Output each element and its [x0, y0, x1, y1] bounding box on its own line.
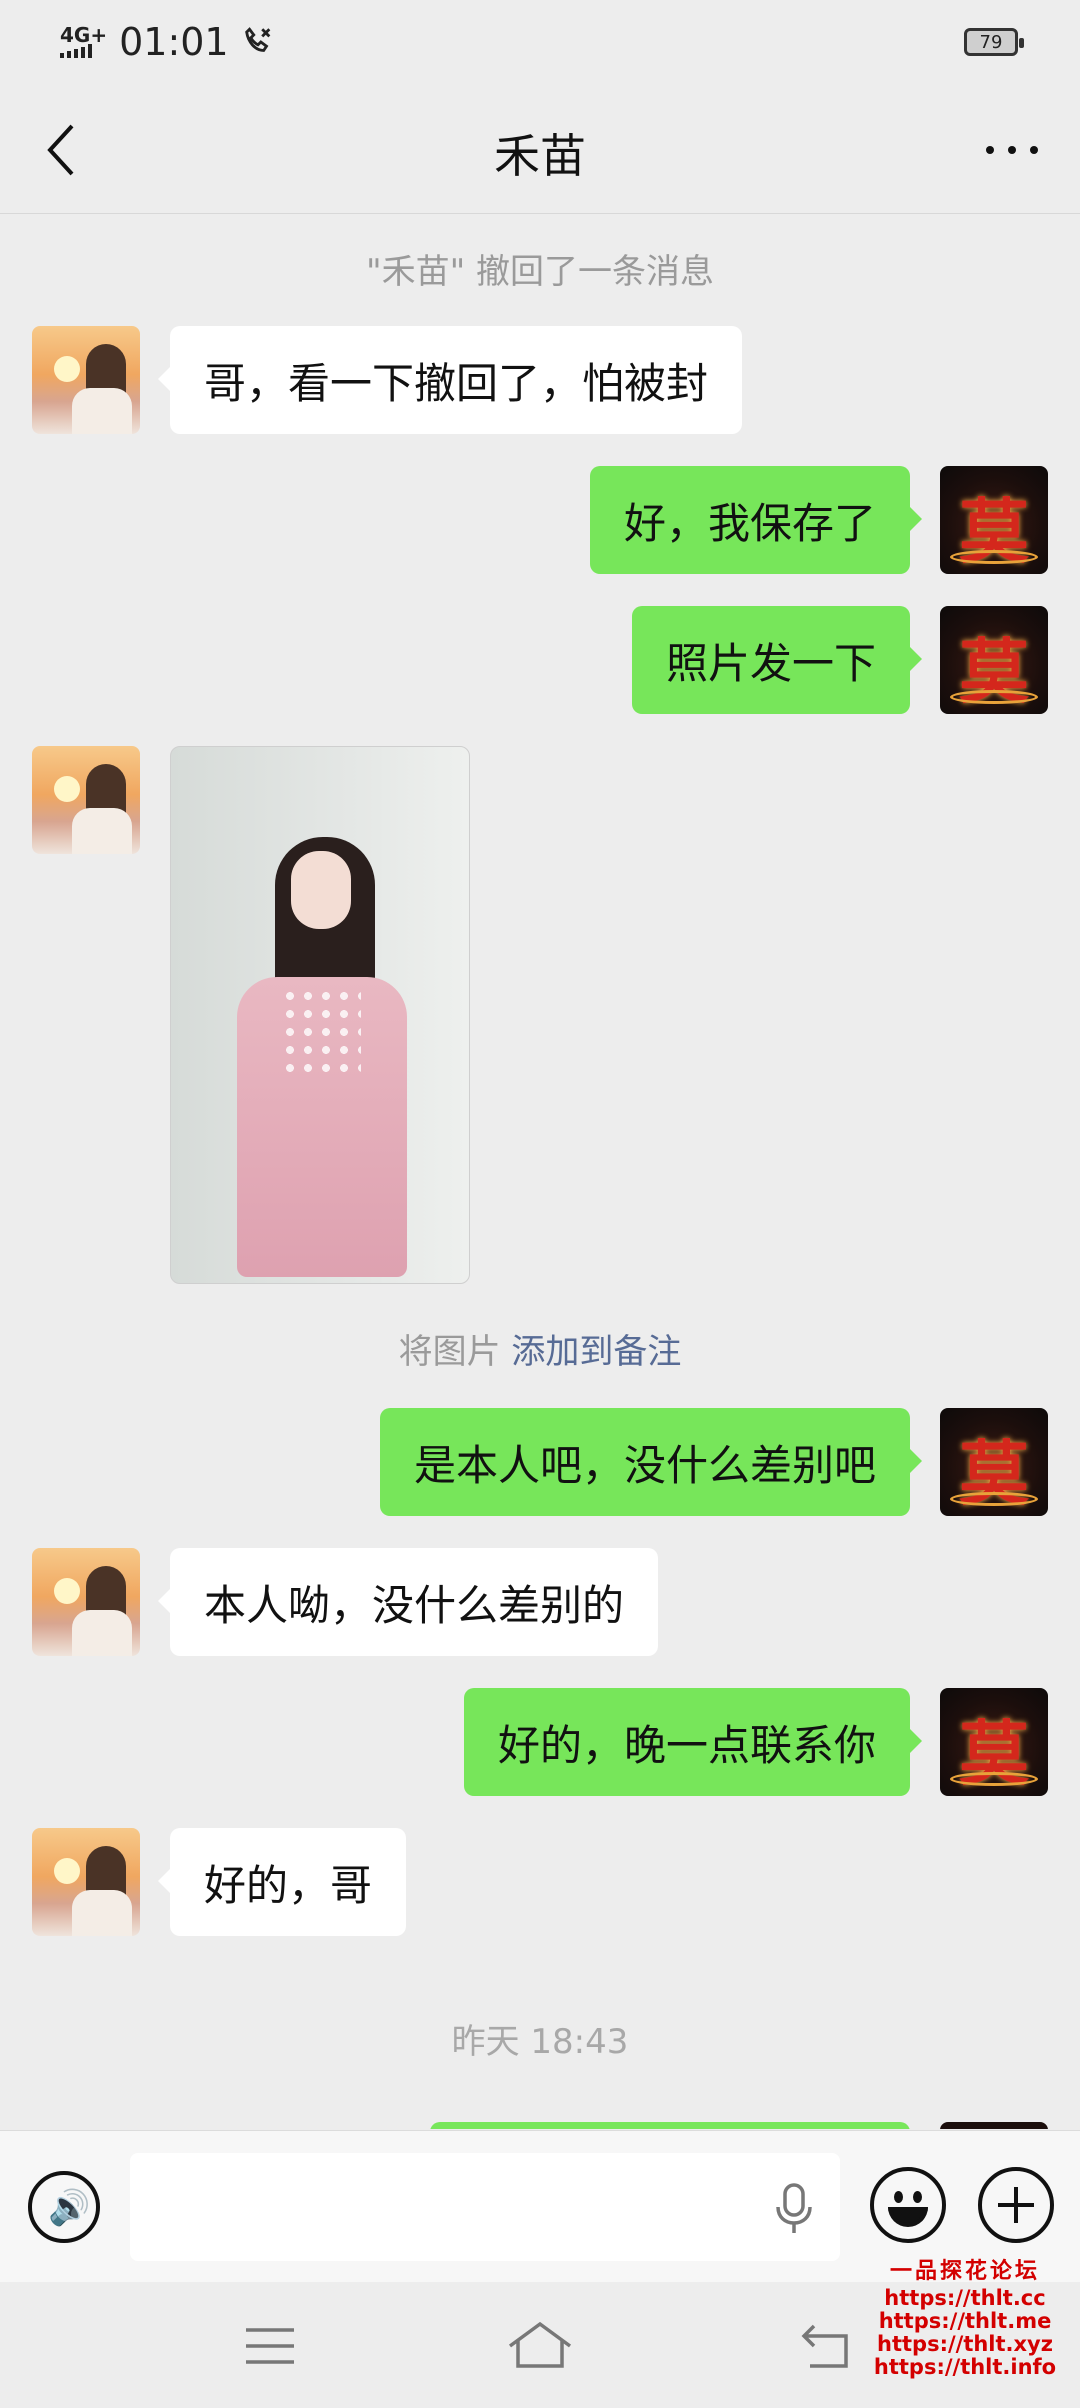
add-to-note-link[interactable]: 添加到备注: [511, 1332, 681, 1372]
battery-icon: 79: [964, 28, 1024, 56]
recall-notice: "禾苗" 撤回了一条消息: [365, 252, 715, 292]
network-type: 4G+: [60, 23, 108, 47]
home-nav-icon[interactable]: [506, 2316, 574, 2376]
contact-avatar[interactable]: [32, 1548, 140, 1656]
menu-nav-icon[interactable]: [240, 2316, 300, 2376]
watermark-brand: 一品探花论坛: [889, 2258, 1040, 2284]
status-time: 01:01: [119, 20, 229, 64]
message-bubble-in[interactable]: 哥，看一下撤回了，怕被封: [157, 326, 743, 434]
message-bubble-in[interactable]: 好的，哥: [157, 1828, 407, 1936]
message-list[interactable]: "禾苗" 撤回了一条消息 哥，看一下撤回了，怕被封 好，我保存了 莫 照片发一下…: [0, 214, 1080, 2129]
contact-avatar[interactable]: [32, 746, 140, 854]
image-message[interactable]: [170, 746, 470, 1284]
back-nav-icon[interactable]: [796, 2316, 856, 2376]
chat-header: 禾苗: [0, 84, 1080, 214]
my-avatar[interactable]: 莫: [940, 606, 1048, 714]
message-bubble-out[interactable]: 好的，晚一点联系你: [463, 1688, 923, 1796]
my-avatar[interactable]: 莫: [940, 466, 1048, 574]
watermark-url: https://thlt.xyz: [877, 2332, 1053, 2356]
watermark-url: https://thlt.me: [878, 2309, 1052, 2333]
my-avatar-partial[interactable]: [940, 2122, 1048, 2129]
contact-avatar[interactable]: [32, 326, 140, 434]
message-bubble-in[interactable]: 本人呦，没什么差别的: [157, 1548, 659, 1656]
call-icon: [244, 27, 270, 52]
voice-mode-icon[interactable]: 🔊: [28, 2171, 100, 2243]
message-bubble-out[interactable]: 好，我保存了: [589, 466, 923, 574]
add-note-prefix: 将图片: [398, 1332, 501, 1372]
add-to-note-hint: 将图片 添加到备注: [0, 1324, 1080, 1373]
emoji-icon[interactable]: [870, 2167, 946, 2243]
watermark-url: https://thlt.info: [873, 2355, 1057, 2379]
more-options-icon[interactable]: [982, 140, 1042, 160]
message-bubble-out[interactable]: 照片发一下: [631, 606, 923, 714]
contact-avatar[interactable]: [32, 1828, 140, 1936]
my-avatar[interactable]: 莫: [940, 1408, 1048, 1516]
signal-icon: 4G+: [60, 23, 108, 58]
message-input[interactable]: [130, 2153, 840, 2261]
watermark-url: https://thlt.cc: [884, 2286, 1046, 2310]
microphone-icon[interactable]: [772, 2181, 816, 2237]
my-avatar[interactable]: 莫: [940, 1688, 1048, 1796]
status-bar: 4G+ 01:01 79: [0, 0, 1080, 84]
chat-title: 禾苗: [494, 129, 586, 183]
battery-level: 79: [979, 31, 1003, 53]
message-bubble-out-partial[interactable]: [430, 2122, 910, 2129]
message-bubble-out[interactable]: 是本人吧，没什么差别吧: [379, 1408, 923, 1516]
watermark: 一品探花论坛 https://thlt.cc https://thlt.me h…: [860, 2260, 1070, 2379]
timestamp: 昨天 18:43: [451, 2022, 629, 2062]
add-more-icon[interactable]: [978, 2167, 1054, 2243]
